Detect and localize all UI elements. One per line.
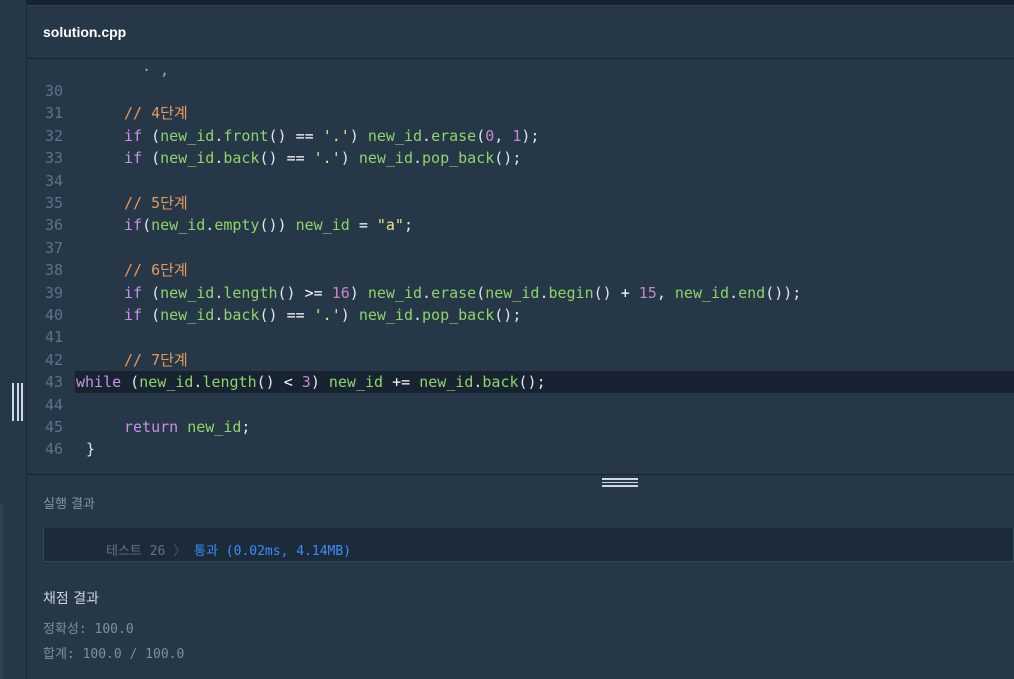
code-text: if(new_id.empty()) new_id = "a";	[124, 216, 413, 235]
code-text: // 4단계	[124, 104, 188, 123]
result-panel-header: 실행 결과	[27, 474, 1014, 529]
pane-resize-handle[interactable]	[602, 478, 638, 487]
code-line[interactable]: 43 while (new_id.length() < 3) new_id += …	[45, 371, 1014, 394]
accuracy-score: 정확성: 100.0	[43, 622, 134, 637]
score-title: 채점 결과	[43, 591, 99, 607]
code-line[interactable]: 30	[27, 80, 1014, 102]
code-text: // 7단계	[124, 350, 188, 369]
chevron-right-icon: 〉	[173, 544, 187, 559]
line-number: 37	[45, 238, 64, 257]
line-number: 35	[45, 194, 64, 212]
line-number: 39	[45, 283, 64, 302]
line-number: 32	[45, 126, 64, 145]
code-text: }	[86, 440, 96, 459]
line-number: 33	[45, 149, 64, 168]
line-number: 34	[45, 171, 64, 190]
code-line[interactable]: 34	[27, 170, 1014, 192]
left-rail	[0, 0, 27, 679]
code-line[interactable]: 39 if (new_id.length() >= 16) new_id.eras…	[27, 282, 1014, 304]
code-line[interactable]: 46}	[27, 438, 1014, 460]
sidebar-resize-handle[interactable]	[12, 383, 23, 421]
line-number: 43	[45, 373, 64, 392]
code-text: if (new_id.length() >= 16) new_id.erase(…	[124, 283, 802, 302]
line-number: 45	[45, 418, 64, 436]
clipped-line: · ,	[142, 61, 170, 79]
line-number: 42	[45, 350, 64, 369]
line-number: 40	[45, 306, 64, 324]
code-line[interactable]: 42 // 7단계	[27, 349, 1014, 371]
code-line[interactable]: 37	[27, 237, 1014, 259]
file-name[interactable]: solution.cpp	[43, 24, 126, 40]
test-case-result: 통과 (0.02ms, 4.14MB)	[194, 544, 352, 559]
code-text: return new_id;	[124, 418, 251, 436]
code-line[interactable]: 38 // 6단계	[27, 259, 1014, 281]
code-text: if (new_id.back() == '.') new_id.pop_bac…	[124, 149, 522, 168]
line-number: 41	[45, 328, 64, 347]
code-text: // 6단계	[124, 261, 188, 280]
line-number: 38	[45, 261, 64, 280]
code-line[interactable]: 31 // 4단계	[27, 102, 1014, 124]
code-line[interactable]: 41	[27, 326, 1014, 348]
code-text: if (new_id.back() == '.') new_id.pop_bac…	[124, 306, 522, 324]
test-case-label: 테스트 26	[106, 544, 166, 559]
total-score: 합계: 100.0 / 100.0	[43, 647, 185, 662]
file-tab-header: solution.cpp	[27, 6, 1014, 59]
code-text: while (new_id.length() < 3) new_id += ne…	[76, 373, 546, 392]
result-panel-title: 실행 결과	[43, 497, 95, 512]
code-line[interactable]: 40 if (new_id.back() == '.') new_id.pop_b…	[27, 304, 1014, 326]
rail-divider	[0, 505, 3, 679]
code-line[interactable]: 35 // 5단계	[27, 192, 1014, 214]
test-results-box: 테스트 26 〉 통과 (0.02ms, 4.14MB)	[43, 528, 1014, 562]
line-number: 36	[45, 216, 64, 235]
line-number: 31	[45, 104, 64, 123]
code-line[interactable]: 33 if (new_id.back() == '.') new_id.pop_b…	[27, 147, 1014, 169]
code-line[interactable]: 44	[27, 394, 1014, 416]
code-text: // 5단계	[124, 194, 188, 212]
code-line[interactable]: 32 if (new_id.front() == '.') new_id.eras…	[27, 125, 1014, 147]
code-line[interactable]: 36 if(new_id.empty()) new_id = "a";	[27, 214, 1014, 236]
code-line[interactable]: 45 return new_id;	[27, 416, 1014, 438]
code-text: if (new_id.front() == '.') new_id.erase(…	[124, 126, 540, 145]
result-panel: 테스트 26 〉 통과 (0.02ms, 4.14MB) 채점 결과 정확성: …	[27, 528, 1014, 679]
line-number: 46	[45, 440, 64, 459]
line-number: 44	[45, 395, 64, 414]
line-number: 30	[45, 82, 64, 100]
test-case-row: 테스트 26 〉 통과 (0.02ms, 4.14MB)	[106, 540, 351, 559]
code-editor[interactable]: · , 30 31 // 4단계 32 if (new_id.front() == '.…	[27, 59, 1014, 473]
